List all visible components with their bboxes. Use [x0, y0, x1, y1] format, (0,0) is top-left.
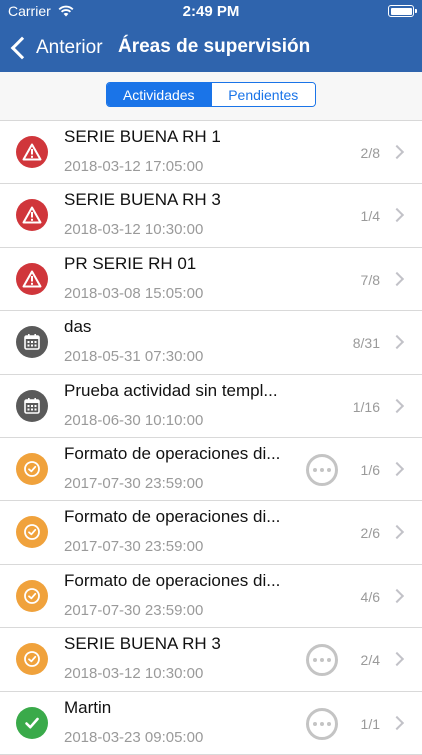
item-title: Formato de operaciones di...	[64, 507, 281, 527]
item-date: 2017-07-30 23:59:00	[64, 474, 204, 492]
chevron-right-icon	[389, 461, 405, 477]
item-count: 4/6	[360, 588, 380, 605]
alert-icon	[16, 262, 48, 295]
item-date: 2018-03-23 09:05:00	[64, 728, 204, 746]
list-item[interactable]: das 2018-05-31 07:30:00 8/31	[0, 311, 422, 375]
item-count: 7/8	[360, 271, 380, 288]
item-count: 2/4	[360, 652, 380, 669]
item-title: PR SERIE RH 01	[64, 253, 197, 273]
segment-bar: Actividades Pendientes	[0, 72, 422, 121]
segmented-control: Actividades Pendientes	[106, 82, 316, 107]
alert-icon	[16, 136, 48, 168]
item-count: 8/31	[352, 335, 380, 352]
back-button[interactable]: Anterior	[8, 34, 103, 62]
item-date: 2018-06-30 10:10:00	[64, 411, 204, 429]
item-count: 1/16	[352, 398, 380, 415]
more-options-icon[interactable]	[306, 644, 338, 677]
item-title: Formato de operaciones di...	[64, 570, 281, 590]
status-bar: Carrier 2:49 PM	[0, 0, 422, 24]
battery-icon	[388, 5, 417, 17]
alert-icon	[16, 199, 48, 232]
clock-icon	[16, 579, 48, 612]
more-options-icon[interactable]	[306, 707, 338, 740]
item-date: 2018-03-12 17:05:00	[64, 158, 204, 175]
list-item[interactable]: SERIE BUENA RH 1 2018-03-12 17:05:00 2/8	[0, 121, 422, 185]
list-item[interactable]: Formato de operaciones di... 2017-07-30 2…	[0, 438, 422, 502]
item-count: 2/6	[360, 525, 380, 542]
chevron-right-icon	[389, 588, 405, 603]
item-title: SERIE BUENA RH 3	[64, 190, 221, 210]
list-item[interactable]: SERIE BUENA RH 3 2018-03-12 10:30:00 1/4	[0, 184, 422, 248]
chevron-right-icon	[389, 398, 405, 413]
item-title: Formato de operaciones di...	[64, 443, 281, 463]
item-date: 2017-07-30 23:59:00	[64, 601, 204, 619]
item-count: 1/4	[360, 208, 380, 225]
chevron-right-icon	[389, 271, 405, 286]
activity-list: SERIE BUENA RH 1 2018-03-12 17:05:00 2/8 SE…	[0, 121, 422, 755]
app-header: Carrier 2:49 PM Anterior Áreas de superv…	[0, 0, 422, 72]
item-title: Martin	[64, 697, 112, 717]
navigation-bar: Anterior Áreas de supervisión	[0, 26, 422, 70]
more-options-icon[interactable]	[306, 453, 338, 486]
chevron-right-icon	[389, 652, 405, 667]
chevron-left-icon	[10, 36, 34, 60]
item-title: SERIE BUENA RH 1	[64, 127, 221, 146]
list-item[interactable]: Prueba actividad sin templ... 2018-06-30 …	[0, 375, 422, 438]
item-date: 2018-05-31 07:30:00	[64, 348, 204, 366]
item-date: 2018-03-12 10:30:00	[64, 221, 204, 239]
chevron-right-icon	[389, 335, 405, 350]
clock-icon	[16, 643, 48, 676]
item-title: SERIE BUENA RH 3	[64, 634, 221, 654]
list-item[interactable]: SERIE BUENA RH 3 2018-03-12 10:30:00 2/4	[0, 628, 422, 692]
clock-icon	[16, 452, 48, 485]
calendar-icon	[16, 389, 48, 422]
item-count: 1/6	[360, 461, 380, 478]
status-time: 2:49 PM	[182, 3, 240, 20]
check-icon	[16, 706, 48, 739]
item-date: 2018-03-12 10:30:00	[64, 665, 204, 683]
chevron-right-icon	[389, 715, 405, 730]
item-date: 2017-07-30 23:59:00	[64, 538, 204, 556]
item-title: Prueba actividad sin templ...	[64, 380, 278, 400]
chevron-right-icon	[389, 144, 405, 160]
list-item[interactable]: Formato de operaciones di... 2017-07-30 2…	[0, 565, 422, 629]
list-item[interactable]: Martin 2018-03-23 09:05:00 1/1	[0, 692, 422, 755]
chevron-right-icon	[389, 525, 405, 540]
chevron-right-icon	[389, 208, 405, 223]
item-count: 2/8	[360, 145, 380, 161]
tab-actividades[interactable]: Actividades	[107, 83, 211, 106]
list-item[interactable]: PR SERIE RH 01 2018-03-08 15:05:00 7/8	[0, 248, 422, 312]
item-count: 1/1	[360, 715, 380, 732]
list-item[interactable]: Formato de operaciones di... 2017-07-30 2…	[0, 501, 422, 565]
item-date: 2018-03-08 15:05:00	[64, 284, 204, 302]
clock-icon	[16, 516, 48, 549]
tab-pendientes[interactable]: Pendientes	[210, 83, 315, 106]
page-title: Áreas de supervisión	[118, 36, 311, 57]
calendar-icon	[16, 326, 48, 359]
item-title: das	[64, 317, 92, 337]
back-label: Anterior	[36, 37, 103, 58]
